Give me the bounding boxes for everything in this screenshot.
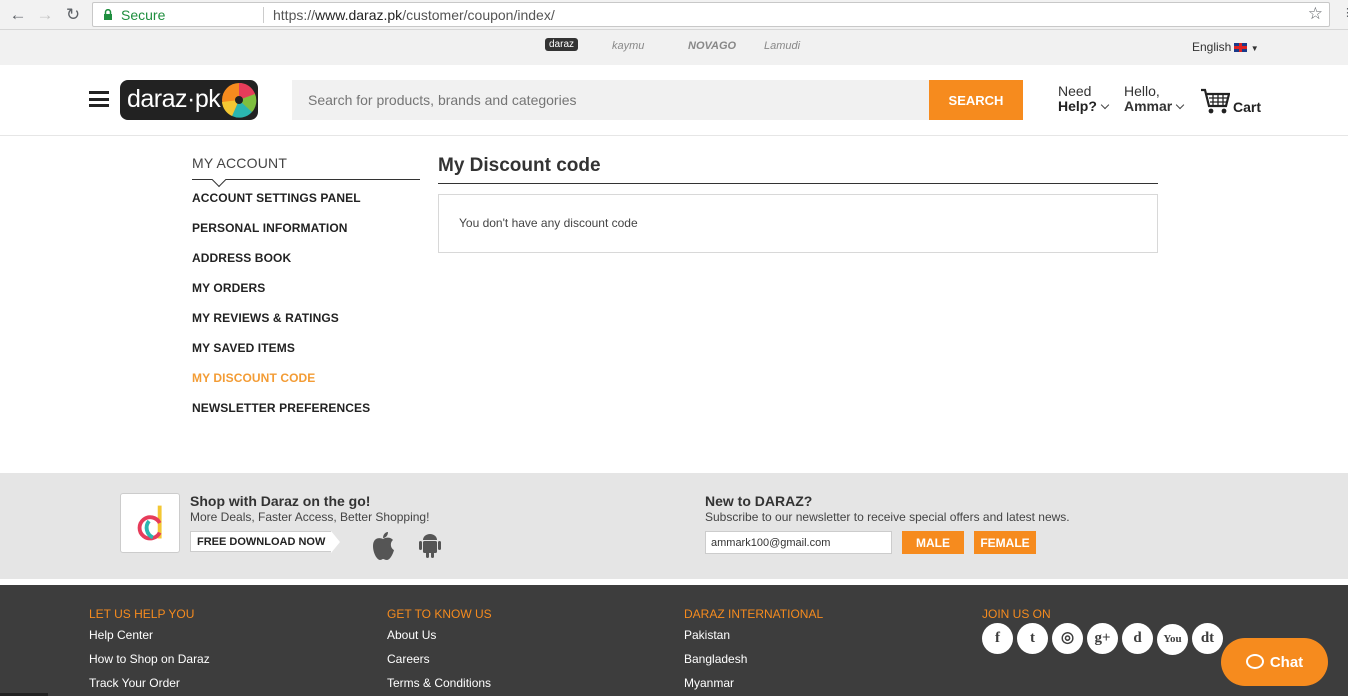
venture-novago-logo[interactable]: NOVAGO bbox=[688, 40, 736, 52]
footer-col-about: GET TO KNOW US About Us Careers Terms & … bbox=[387, 607, 492, 700]
footer-link[interactable]: How to Shop on Daraz bbox=[89, 652, 210, 676]
twitter-icon[interactable]: t bbox=[1017, 623, 1048, 654]
empty-state-box: You don't have any discount code bbox=[438, 194, 1158, 253]
omnibox-divider bbox=[263, 7, 264, 23]
instagram-icon[interactable]: ◎ bbox=[1052, 623, 1083, 654]
facebook-icon[interactable]: f bbox=[982, 623, 1013, 654]
browser-menu-icon[interactable]: ⋮ bbox=[1342, 6, 1348, 24]
sidebar-title: MY ACCOUNT bbox=[192, 155, 288, 171]
daraz-app-icon bbox=[120, 493, 180, 553]
venture-kaymu-logo[interactable]: kaymu bbox=[612, 40, 644, 52]
daraz-social-icon[interactable]: d bbox=[1122, 623, 1153, 654]
footer-heading: DARAZ INTERNATIONAL bbox=[684, 607, 824, 621]
browser-chrome: ← → ↻ Secure https://www.daraz.pk/custom… bbox=[0, 0, 1348, 30]
site-footer: LET US HELP YOU Help Center How to Shop … bbox=[0, 585, 1348, 696]
venture-daraz-logo[interactable]: daraz bbox=[545, 38, 579, 51]
menu-item-my-orders[interactable]: MY ORDERS bbox=[192, 282, 420, 312]
chat-label: Chat bbox=[1269, 653, 1304, 671]
footer-heading: GET TO KNOW US bbox=[387, 607, 492, 621]
subscribe-male-button[interactable]: MALE bbox=[902, 531, 964, 554]
menu-item-address-book[interactable]: ADDRESS BOOK bbox=[192, 252, 420, 282]
footer-heading: LET US HELP YOU bbox=[89, 607, 195, 621]
reload-icon[interactable]: ↻ bbox=[63, 5, 83, 25]
site-header: daraz·pk SEARCH Need Help? Hello, Ammar … bbox=[0, 65, 1348, 136]
free-download-button[interactable]: FREE DOWNLOAD NOW bbox=[190, 531, 341, 553]
youtube-icon[interactable]: You bbox=[1157, 624, 1188, 655]
account-menu-list: ACCOUNT SETTINGS PANEL PERSONAL INFORMAT… bbox=[192, 192, 420, 432]
chevron-down-icon bbox=[1176, 100, 1185, 110]
social-icons: f t ◎ g+ d You dt bbox=[982, 623, 1227, 655]
hello-line1: Hello, bbox=[1124, 83, 1160, 99]
lock-icon bbox=[104, 9, 112, 20]
menu-item-discount-code[interactable]: MY DISCOUNT CODE bbox=[192, 372, 420, 402]
footer-link[interactable]: Track Your Order bbox=[89, 676, 210, 700]
hamburger-menu-icon[interactable] bbox=[89, 91, 109, 107]
caret-down-icon: ▼ bbox=[1250, 44, 1259, 53]
footer-link[interactable]: Pakistan bbox=[684, 628, 823, 652]
menu-item-newsletter-preferences[interactable]: NEWSLETTER PREFERENCES bbox=[192, 402, 420, 432]
daraz-logo[interactable]: daraz·pk bbox=[120, 80, 258, 120]
footer-col-international: DARAZ INTERNATIONAL Pakistan Bangladesh … bbox=[684, 607, 823, 700]
app-promo-subtitle: More Deals, Faster Access, Better Shoppi… bbox=[190, 510, 430, 524]
url-path: /customer/coupon/index/ bbox=[402, 7, 555, 23]
search-button[interactable]: SEARCH bbox=[929, 80, 1023, 120]
empty-message: You don't have any discount code bbox=[459, 216, 638, 230]
address-bar[interactable]: Secure https://www.daraz.pk/customer/cou… bbox=[92, 2, 1330, 27]
back-arrow-icon[interactable]: ← bbox=[8, 5, 28, 25]
url-text[interactable]: https://www.daraz.pk/customer/coupon/ind… bbox=[273, 7, 555, 23]
search-input[interactable] bbox=[292, 80, 929, 120]
newsletter-title: New to DARAZ? bbox=[705, 493, 813, 509]
menu-item-saved-items[interactable]: MY SAVED ITEMS bbox=[192, 342, 420, 372]
app-newsletter-band: Shop with Daraz on the go! More Deals, F… bbox=[0, 473, 1348, 579]
footer-link[interactable]: Myanmar bbox=[684, 676, 823, 700]
menu-item-account-settings[interactable]: ACCOUNT SETTINGS PANEL bbox=[192, 192, 420, 222]
google-plus-icon[interactable]: g+ bbox=[1087, 623, 1118, 654]
help-line1: Need bbox=[1058, 83, 1092, 99]
footer-link[interactable]: Careers bbox=[387, 652, 492, 676]
menu-item-reviews-ratings[interactable]: MY REVIEWS & RATINGS bbox=[192, 312, 420, 342]
page-title: My Discount code bbox=[438, 155, 601, 176]
title-divider bbox=[438, 183, 1158, 184]
android-icon[interactable] bbox=[418, 531, 442, 559]
footer-link[interactable]: About Us bbox=[387, 628, 492, 652]
cart-label: Cart bbox=[1233, 99, 1262, 115]
logo-burst-graphic bbox=[222, 82, 257, 118]
footer-col-help: LET US HELP YOU Help Center How to Shop … bbox=[89, 607, 210, 700]
help-menu[interactable]: Need Help? bbox=[1058, 83, 1110, 114]
venture-caret bbox=[554, 57, 568, 64]
chat-button[interactable]: Chat bbox=[1221, 638, 1328, 686]
daraz-d-logo-icon bbox=[137, 505, 162, 541]
apple-icon[interactable] bbox=[370, 531, 396, 561]
account-sidebar: MY ACCOUNT ACCOUNT SETTINGS PANEL PERSON… bbox=[192, 155, 420, 432]
logo-text: daraz·pk bbox=[127, 85, 221, 113]
account-menu[interactable]: Hello, Ammar bbox=[1124, 83, 1185, 114]
footer-link[interactable]: Terms & Conditions bbox=[387, 676, 492, 700]
footer-link[interactable]: Bangladesh bbox=[684, 652, 823, 676]
forward-arrow-icon[interactable]: → bbox=[35, 5, 55, 25]
menu-item-personal-information[interactable]: PERSONAL INFORMATION bbox=[192, 222, 420, 252]
footer-heading: JOIN US ON bbox=[982, 607, 1051, 621]
cart-icon bbox=[1201, 88, 1230, 114]
language-selector[interactable]: English ▼ bbox=[1192, 40, 1259, 54]
secure-label: Secure bbox=[121, 7, 166, 23]
app-promo-title: Shop with Daraz on the go! bbox=[190, 493, 371, 509]
dt-icon[interactable]: dt bbox=[1192, 623, 1223, 654]
newsletter-subtitle: Subscribe to our newsletter to receive s… bbox=[705, 510, 1070, 524]
url-scheme: https:// bbox=[273, 7, 316, 23]
venture-lamudi-logo[interactable]: Lamudi bbox=[764, 40, 800, 52]
sidebar-divider bbox=[192, 179, 420, 180]
subscribe-female-button[interactable]: FEMALE bbox=[974, 531, 1036, 554]
uk-flag-icon bbox=[1234, 43, 1248, 52]
newsletter-email-input[interactable] bbox=[705, 531, 892, 554]
language-label: English bbox=[1192, 40, 1232, 54]
venture-bar: daraz kaymu NOVAGO Lamudi English ▼ bbox=[0, 30, 1348, 65]
user-name: Ammar bbox=[1124, 98, 1173, 114]
bookmark-star-icon[interactable]: ☆ bbox=[1308, 4, 1323, 24]
chevron-down-icon bbox=[1100, 100, 1110, 110]
url-host: www.daraz.pk bbox=[315, 7, 403, 23]
chat-bubble-icon bbox=[1245, 653, 1264, 669]
help-line2: Help? bbox=[1058, 98, 1097, 114]
main-content: My Discount code You don't have any disc… bbox=[438, 155, 1158, 253]
footer-link[interactable]: Help Center bbox=[89, 628, 210, 652]
